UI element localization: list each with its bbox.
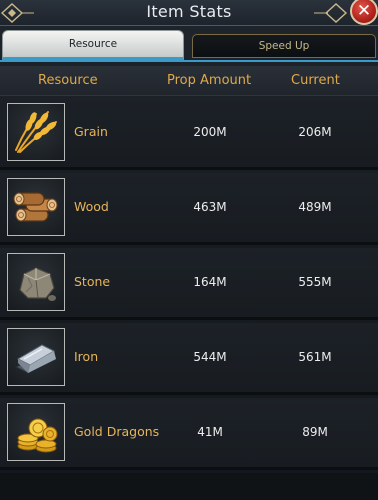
gold-dragons-icon [7,403,65,461]
prop-amount-value: 463M [193,200,227,214]
table-row: Gold Dragons 41M 89M [0,398,378,470]
prop-amount-value: 41M [197,425,223,439]
resource-name: Wood [74,199,109,214]
prop-amount-value: 200M [193,125,227,139]
table-row: Wood 463M 489M [0,173,378,245]
prop-amount-value: 544M [193,350,227,364]
wood-icon [7,178,65,236]
prop-amount-value: 164M [193,275,227,289]
close-button[interactable]: ✕ [350,0,378,25]
table-row: Stone 164M 555M [0,248,378,320]
grain-icon [7,103,65,161]
current-value: 561M [298,350,332,364]
tab-underline [0,60,378,62]
current-value: 555M [298,275,332,289]
tab-resource[interactable]: Resource [2,30,184,60]
tab-speed-up[interactable]: Speed Up [192,34,376,58]
header-prop-amount: Prop Amount [167,73,252,88]
tab-label: Speed Up [258,40,310,52]
corner-ornament-icon [314,3,348,23]
tab-bar: Resource Speed Up [0,30,378,60]
header-resource: Resource [38,73,98,88]
item-stats-window: Item Stats ✕ Resource Speed Up Resource … [0,0,378,500]
table-row: Iron 544M 561M [0,323,378,395]
current-value: 206M [298,125,332,139]
title-bar: Item Stats ✕ [0,0,378,26]
bottom-spacer [0,473,378,500]
current-value: 89M [302,425,328,439]
current-value: 489M [298,200,332,214]
resource-name: Iron [74,349,99,364]
table-row: Grain 200M 206M [0,98,378,170]
close-icon: ✕ [356,0,372,21]
stone-icon [7,253,65,311]
iron-icon [7,328,65,386]
resource-name: Grain [74,124,108,139]
table-header: Resource Prop Amount Current [0,66,378,96]
header-current: Current [291,73,340,88]
resource-name: Gold Dragons [74,424,160,439]
resource-name: Stone [74,274,111,289]
tab-label: Resource [68,38,118,50]
